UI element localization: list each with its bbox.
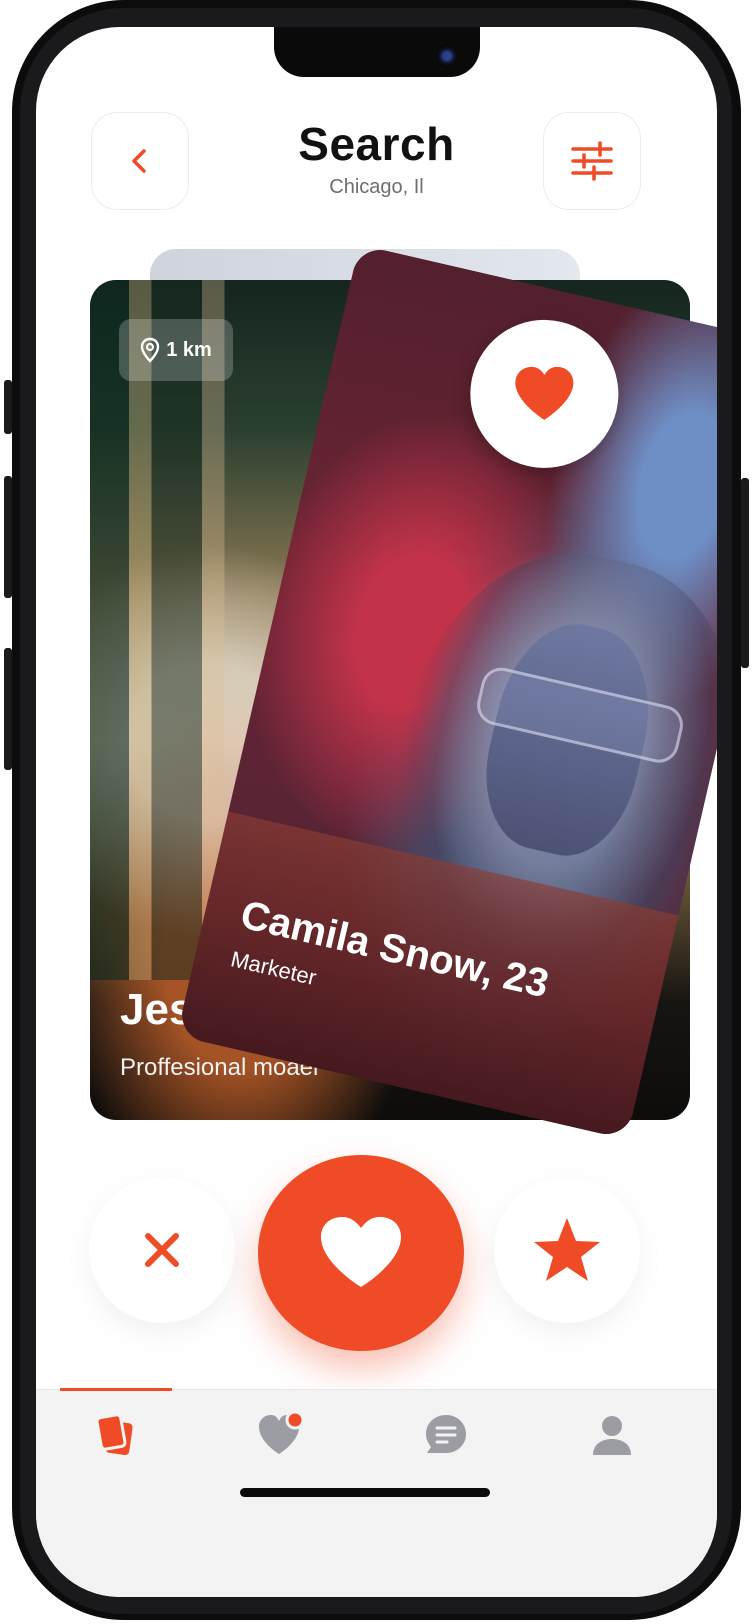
- front-camera: [436, 45, 458, 67]
- side-button: [741, 478, 749, 668]
- dislike-button[interactable]: [89, 1177, 235, 1323]
- profile-occupation: Marketer: [228, 946, 319, 991]
- chat-icon: [426, 1415, 466, 1453]
- star-icon: [534, 1218, 600, 1281]
- heart-notification-icon: [259, 1412, 305, 1454]
- location-pin-icon: [141, 337, 160, 363]
- tab-messages[interactable]: [386, 1390, 506, 1480]
- sliders-icon: [571, 141, 613, 181]
- filter-button[interactable]: [543, 112, 641, 210]
- distance-badge: 1 km: [119, 319, 233, 381]
- heart-icon: [515, 366, 574, 420]
- tab-likes[interactable]: [222, 1390, 342, 1480]
- like-button[interactable]: [258, 1155, 464, 1351]
- close-icon: [145, 1233, 179, 1267]
- app-screen: Search Chicago, Il 1 km Jes Proffesional…: [36, 27, 717, 1597]
- notch: [274, 27, 480, 77]
- tab-cards[interactable]: [56, 1390, 176, 1480]
- side-button: [4, 380, 12, 434]
- distance-label: 1 km: [166, 338, 212, 361]
- side-button: [4, 648, 12, 770]
- side-button: [4, 476, 12, 598]
- tab-profile[interactable]: [552, 1390, 672, 1480]
- cards-icon: [95, 1413, 133, 1455]
- liked-badge: [455, 305, 634, 483]
- heart-icon: [321, 1217, 401, 1287]
- profile-name: Camila Snow, 23: [236, 892, 553, 1007]
- home-indicator[interactable]: [240, 1488, 490, 1497]
- superlike-button[interactable]: [494, 1177, 640, 1323]
- profile-icon: [593, 1416, 631, 1455]
